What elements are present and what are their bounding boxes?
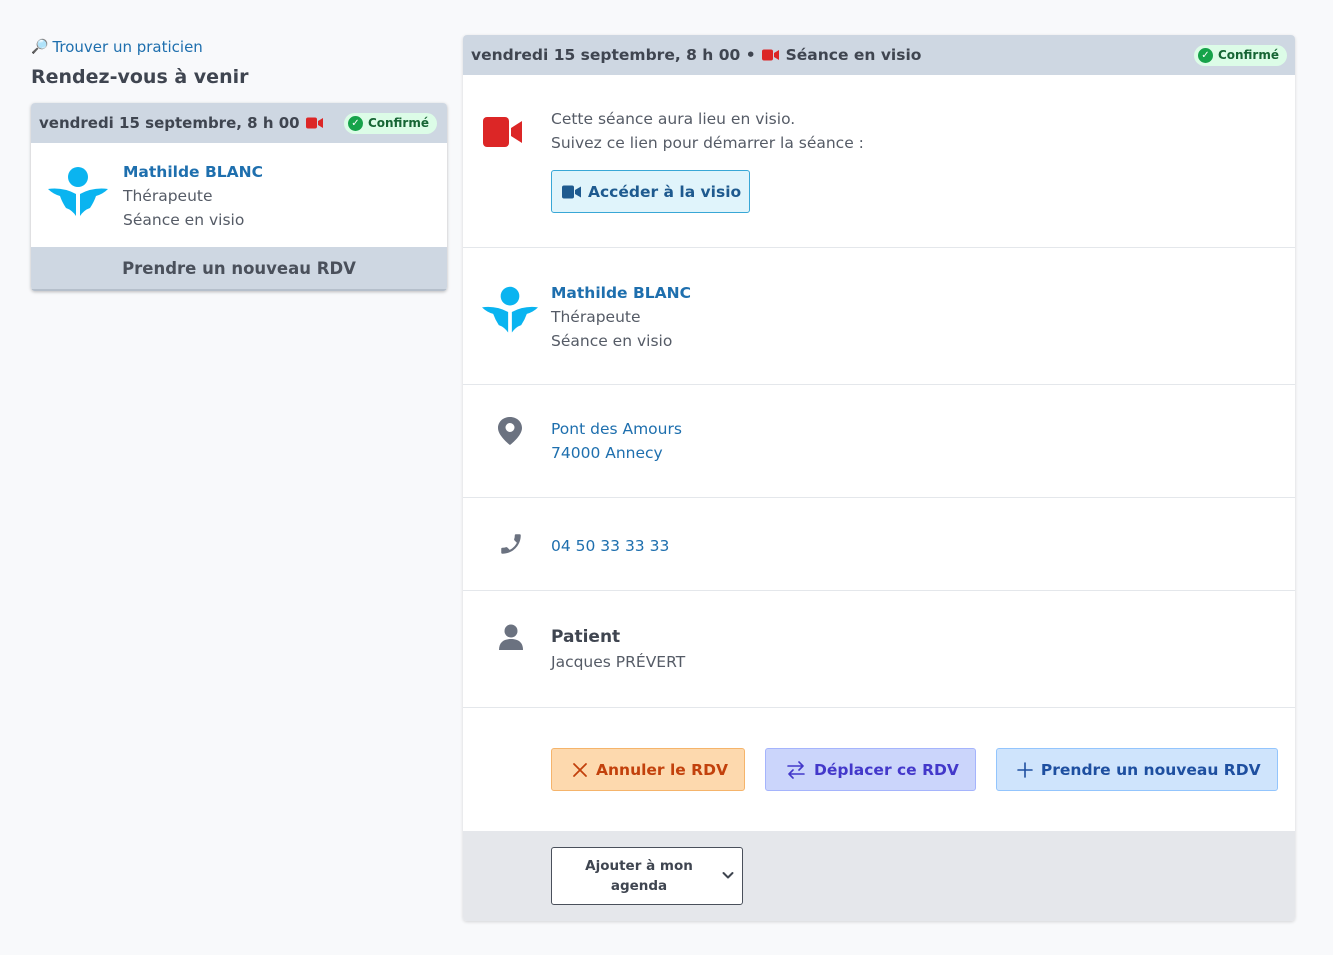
visio-info-line1: Cette séance aura lieu en visio. xyxy=(551,110,796,128)
status-badge: ✓ Confirmé xyxy=(1193,44,1287,66)
practitioner-logo-icon xyxy=(480,284,540,344)
upcoming-title: Rendez-vous à venir xyxy=(31,66,249,88)
card-body: Mathilde BLANC Thérapeute Séance en visi… xyxy=(31,143,447,247)
video-camera-icon xyxy=(761,49,780,61)
detail-header: vendredi 15 septembre, 8 h 00 • Séance e… xyxy=(463,35,1295,75)
status-label: Confirmé xyxy=(367,116,429,130)
address-section: Pont des Amours 74000 Annecy xyxy=(463,385,1295,498)
check-circle-icon: ✓ xyxy=(1197,47,1213,63)
plus-icon xyxy=(1017,761,1033,778)
detail-footer: Ajouter à mon agenda xyxy=(463,831,1295,921)
status-badge: ✓ Confirmé xyxy=(343,112,437,134)
practitioner-role: Thérapeute xyxy=(551,308,641,326)
card-header: vendredi 15 septembre, 8 h 00 ✓ Confirmé xyxy=(31,103,447,143)
practitioner-name[interactable]: Mathilde BLANC xyxy=(123,160,263,184)
visio-section: Cette séance aura lieu en visio. Suivez … xyxy=(463,75,1295,248)
phone-section: 04 50 33 33 33 xyxy=(463,498,1295,591)
add-to-calendar-line1: Ajouter à mon xyxy=(585,858,693,874)
add-to-calendar-label: Ajouter à mon agenda xyxy=(552,856,722,896)
practitioner-role: Thérapeute xyxy=(123,187,213,205)
practitioner-logo-icon xyxy=(48,164,108,224)
chevron-down-icon xyxy=(722,872,734,879)
video-camera-icon xyxy=(562,185,581,198)
magnifier-icon: 🔎 xyxy=(31,39,49,55)
phone-icon xyxy=(498,531,524,561)
join-visio-label: Accéder à la visio xyxy=(588,182,742,201)
video-camera-icon xyxy=(305,117,324,129)
add-to-calendar-line2: agenda xyxy=(610,878,668,894)
user-icon xyxy=(499,624,523,654)
cancel-appointment-label: Annuler le RDV xyxy=(596,760,728,779)
new-appointment-button[interactable]: Prendre un nouveau RDV xyxy=(995,748,1278,791)
map-pin-icon xyxy=(498,417,522,449)
phone-number[interactable]: 04 50 33 33 33 xyxy=(551,534,1295,558)
address-line2[interactable]: 74000 Annecy xyxy=(551,441,1295,465)
find-practitioner-label: Trouver un praticien xyxy=(52,38,203,56)
status-label: Confirmé xyxy=(1217,48,1279,62)
card-date: vendredi 15 septembre, 8 h 00 xyxy=(39,114,300,132)
patient-section: Patient Jacques PRÉVERT xyxy=(463,591,1295,708)
appointment-detail-panel: vendredi 15 septembre, 8 h 00 • Séance e… xyxy=(463,35,1295,921)
detail-date: vendredi 15 septembre, 8 h 00 • xyxy=(471,46,756,64)
new-appointment-label: Prendre un nouveau RDV xyxy=(1040,760,1261,779)
check-circle-icon: ✓ xyxy=(347,115,363,131)
session-type: Séance en visio xyxy=(551,332,673,350)
swap-arrows-icon xyxy=(787,760,805,779)
patient-name: Jacques PRÉVERT xyxy=(551,653,686,671)
practitioner-info: Mathilde BLANC Thérapeute Séance en visi… xyxy=(123,160,263,233)
move-appointment-label: Déplacer ce RDV xyxy=(814,760,959,779)
sidebar: 🔎 Trouver un praticien Rendez-vous à ven… xyxy=(31,37,447,291)
address-line1[interactable]: Pont des Amours xyxy=(551,417,1295,441)
actions-section: Annuler le RDV Déplacer ce RDV Prendre u… xyxy=(463,708,1295,831)
appointment-card[interactable]: vendredi 15 septembre, 8 h 00 ✓ Confirmé… xyxy=(31,103,447,291)
find-practitioner-link[interactable]: 🔎 Trouver un praticien xyxy=(31,37,447,57)
join-visio-button[interactable]: Accéder à la visio xyxy=(551,170,751,213)
new-appointment-button[interactable]: Prendre un nouveau RDV xyxy=(31,247,447,291)
close-icon xyxy=(573,762,587,777)
add-to-calendar-dropdown[interactable]: Ajouter à mon agenda xyxy=(551,847,743,905)
move-appointment-button[interactable]: Déplacer ce RDV xyxy=(765,748,976,791)
visio-info-line2: Suivez ce lien pour démarrer la séance : xyxy=(551,134,864,152)
session-type: Séance en visio xyxy=(123,211,245,229)
video-camera-icon xyxy=(483,117,523,151)
practitioner-name[interactable]: Mathilde BLANC xyxy=(551,281,1295,305)
cancel-appointment-button[interactable]: Annuler le RDV xyxy=(551,748,745,791)
detail-session-type: Séance en visio xyxy=(785,46,922,64)
patient-label: Patient xyxy=(551,627,621,647)
practitioner-section: Mathilde BLANC Thérapeute Séance en visi… xyxy=(463,248,1295,385)
